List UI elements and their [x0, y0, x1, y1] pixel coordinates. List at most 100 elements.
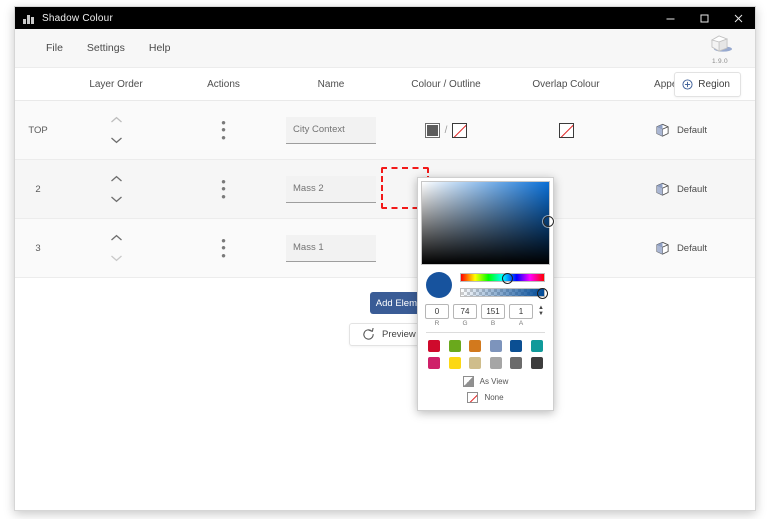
- picker-bottom-padding: [418, 403, 553, 410]
- chevron-up-icon[interactable]: [108, 175, 124, 184]
- 3d-block-logo: [706, 32, 734, 54]
- preset-swatch[interactable]: [510, 340, 522, 352]
- name-input[interactable]: [286, 176, 376, 203]
- menu-item-help[interactable]: Help: [140, 38, 180, 58]
- green-label: G: [453, 320, 477, 327]
- region-button-label: Region: [698, 79, 730, 90]
- region-button[interactable]: Region: [674, 72, 741, 97]
- preset-swatch[interactable]: [490, 357, 502, 369]
- hue-slider[interactable]: [460, 273, 545, 282]
- cube-3d-icon: [655, 123, 670, 138]
- alpha-label: A: [509, 320, 533, 327]
- half-shade-icon: [463, 376, 474, 387]
- none-label: None: [484, 393, 503, 402]
- rgba-labels-row: R G B A: [418, 319, 553, 327]
- stepper-down-icon[interactable]: ▼: [538, 312, 544, 318]
- actions-area: Add Element Preview Image: [15, 278, 755, 364]
- row-actions-menu[interactable]: •••: [171, 160, 276, 218]
- table-column-headers: Layer Order Actions Name Colour / Outlin…: [15, 68, 755, 101]
- appearance-label: Default: [677, 243, 707, 254]
- blue-label: B: [481, 320, 505, 327]
- chevron-down-icon[interactable]: [108, 195, 124, 204]
- outline-swatch-none[interactable]: [452, 123, 467, 138]
- kebab-menu-icon[interactable]: •••: [221, 237, 226, 258]
- circle-plus-icon: [682, 79, 693, 90]
- red-input[interactable]: [425, 304, 449, 319]
- appearance-cell[interactable]: Default: [626, 160, 736, 218]
- chevron-up-icon[interactable]: [108, 116, 124, 125]
- close-icon[interactable]: [721, 7, 755, 29]
- overlap-swatch-none[interactable]: [559, 123, 574, 138]
- table-row[interactable]: TOP ••• /: [15, 101, 755, 160]
- maximize-icon[interactable]: [687, 7, 721, 29]
- cube-3d-icon: [655, 182, 670, 197]
- chart-bars-icon: [23, 13, 35, 24]
- sv-handle[interactable]: [543, 216, 554, 227]
- appearance-cell[interactable]: Default: [626, 101, 736, 159]
- none-slash-icon: [467, 392, 478, 403]
- kebab-menu-icon[interactable]: •••: [221, 119, 226, 140]
- sliders-group: [460, 273, 545, 297]
- preset-swatch[interactable]: [531, 357, 543, 369]
- preset-swatch[interactable]: [428, 357, 440, 369]
- alpha-input[interactable]: [509, 304, 533, 319]
- chevron-down-icon[interactable]: [108, 136, 124, 145]
- row-name-cell: [276, 219, 386, 277]
- appearance-label: Default: [677, 184, 707, 195]
- header-colour-outline: Colour / Outline: [386, 79, 506, 90]
- title-bar: Shadow Colour: [15, 7, 755, 29]
- kebab-menu-icon[interactable]: •••: [221, 178, 226, 199]
- header-actions: Actions: [171, 79, 276, 90]
- table-row[interactable]: 2 •••: [15, 160, 755, 219]
- window-controls: [653, 7, 755, 29]
- table-row[interactable]: 3 •••: [15, 219, 755, 278]
- appearance-cell[interactable]: Default: [626, 219, 736, 277]
- layer-order-controls: [61, 160, 171, 218]
- row-actions-menu[interactable]: •••: [171, 101, 276, 159]
- rgba-inputs-row: ▲ ▼: [418, 302, 553, 319]
- menu-bar: File Settings Help 1.9.0: [15, 29, 755, 68]
- preset-swatch[interactable]: [469, 357, 481, 369]
- application-window: Shadow Colour File Settings Help: [14, 6, 756, 511]
- chevron-up-icon[interactable]: [108, 234, 124, 243]
- cube-3d-icon: [655, 241, 670, 256]
- menu-item-file[interactable]: File: [37, 38, 72, 58]
- row-rank-label: 2: [15, 160, 61, 218]
- brand-logo: 1.9.0: [699, 32, 741, 65]
- header-layer-order: Layer Order: [61, 79, 171, 90]
- preset-swatch[interactable]: [531, 340, 543, 352]
- colour-swatch[interactable]: [425, 123, 440, 138]
- preset-swatch[interactable]: [490, 340, 502, 352]
- row-actions-menu[interactable]: •••: [171, 219, 276, 277]
- name-input[interactable]: [286, 117, 376, 144]
- menu-item-settings[interactable]: Settings: [78, 38, 134, 58]
- picker-preview-and-sliders: [418, 265, 553, 302]
- green-input[interactable]: [453, 304, 477, 319]
- row-name-cell: [276, 101, 386, 159]
- preset-swatch[interactable]: [428, 340, 440, 352]
- red-label: R: [425, 320, 449, 327]
- version-label: 1.9.0: [699, 58, 741, 65]
- chevron-down-icon[interactable]: [108, 254, 124, 263]
- preset-swatch[interactable]: [469, 340, 481, 352]
- value-stepper[interactable]: ▲ ▼: [538, 306, 544, 317]
- as-view-option[interactable]: As View: [418, 371, 553, 387]
- hue-slider-handle[interactable]: [502, 273, 513, 284]
- colour-picker-popup[interactable]: ▲ ▼ R G B A: [417, 177, 554, 411]
- row-rank-label: 3: [15, 219, 61, 277]
- minimize-icon[interactable]: [653, 7, 687, 29]
- none-option[interactable]: None: [418, 387, 553, 403]
- preset-swatch[interactable]: [449, 340, 461, 352]
- preset-swatch[interactable]: [449, 357, 461, 369]
- alpha-slider-handle[interactable]: [537, 288, 548, 299]
- colour-preview-circle: [426, 272, 452, 298]
- name-input[interactable]: [286, 235, 376, 262]
- saturation-value-area[interactable]: [421, 181, 550, 265]
- blue-input[interactable]: [481, 304, 505, 319]
- preset-swatch[interactable]: [510, 357, 522, 369]
- preset-swatches-grid: [418, 333, 553, 371]
- alpha-slider[interactable]: [460, 288, 545, 297]
- appearance-label: Default: [677, 125, 707, 136]
- layer-order-controls: [61, 101, 171, 159]
- overlap-colour-cell: [506, 101, 626, 159]
